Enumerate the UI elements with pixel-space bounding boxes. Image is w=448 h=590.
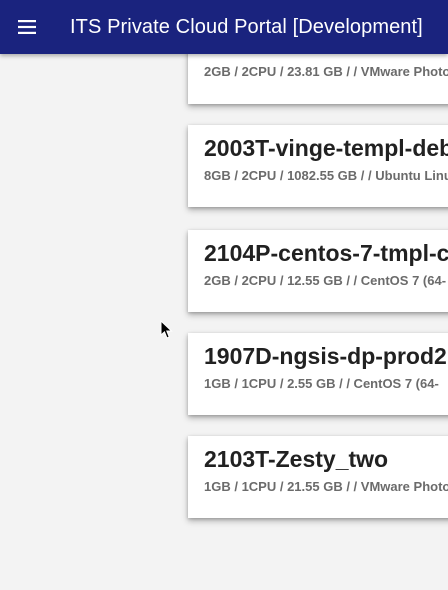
app-title: ITS Private Cloud Portal [Development]: [70, 15, 423, 38]
hamburger-menu-icon: [18, 20, 36, 34]
vm-specs: 2GB / 2CPU / 12.55 GB / / CentOS 7 (64-: [204, 273, 447, 288]
vm-card[interactable]: 2003T-vinge-templ-deb 8GB / 2CPU / 1082.…: [188, 125, 448, 207]
vm-card[interactable]: 2GB / 2CPU / 23.81 GB / / VMware Photon: [188, 54, 448, 104]
vm-card[interactable]: 1907D-ngsis-dp-prod2 1GB / 1CPU / 2.55 G…: [188, 333, 448, 415]
vm-specs: 2GB / 2CPU / 23.81 GB / / VMware Photon: [204, 64, 448, 79]
vm-specs: 1GB / 1CPU / 2.55 GB / / CentOS 7 (64-: [204, 376, 439, 391]
vm-name: 2003T-vinge-templ-deb: [204, 135, 448, 161]
vm-list: 2GB / 2CPU / 23.81 GB / / VMware Photon …: [0, 54, 448, 590]
vm-specs: 8GB / 2CPU / 1082.55 GB / / Ubuntu Linux: [204, 168, 448, 183]
vm-name: 1907D-ngsis-dp-prod2: [204, 343, 447, 369]
vm-card[interactable]: 2103T-Zesty_two 1GB / 1CPU / 21.55 GB / …: [188, 436, 448, 518]
vm-name: 2103T-Zesty_two: [204, 446, 389, 472]
vm-card[interactable]: 2104P-centos-7-tmpl-c 2GB / 2CPU / 12.55…: [188, 230, 448, 312]
vm-name: 2104P-centos-7-tmpl-c: [204, 240, 448, 266]
menu-button[interactable]: [0, 0, 54, 54]
vm-specs: 1GB / 1CPU / 21.55 GB / / VMware Photon: [204, 479, 448, 494]
mouse-cursor-icon: [160, 320, 173, 339]
app-bar: ITS Private Cloud Portal [Development]: [0, 0, 448, 54]
